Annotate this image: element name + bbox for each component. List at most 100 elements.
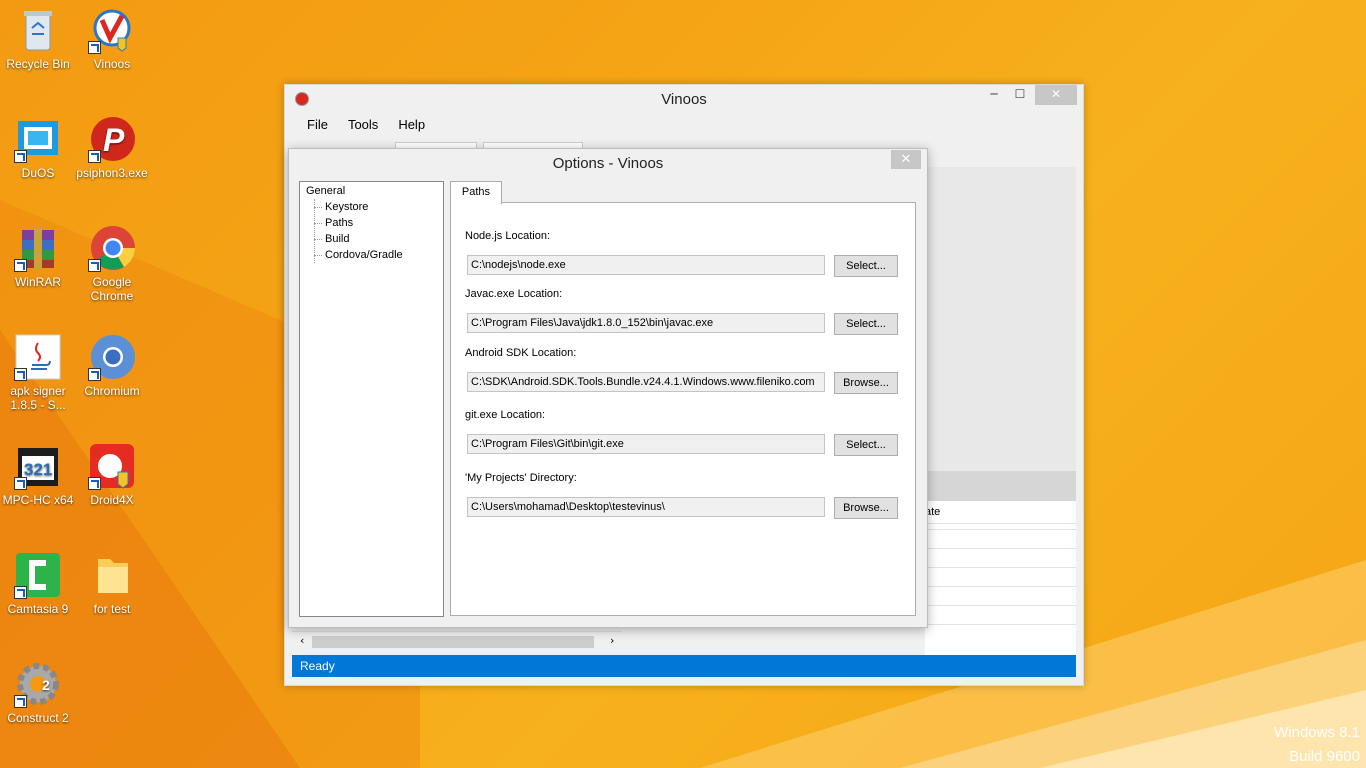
desktop-icon-label: Camtasia 9	[7, 602, 69, 616]
grid-column-header[interactable]: ate	[925, 501, 1076, 524]
android-sdk-browse-button[interactable]: Browse...	[834, 372, 898, 394]
recycle-bin-icon	[14, 6, 62, 54]
minimize-button[interactable]: ─	[981, 85, 1007, 105]
javac-location-label: Javac.exe Location:	[465, 288, 563, 300]
desktop-icon-for-test[interactable]: for test	[75, 547, 149, 616]
grid-row	[925, 548, 1076, 549]
my-projects-browse-button[interactable]: Browse...	[834, 497, 898, 519]
desktop-icon-label: DuOS	[21, 166, 55, 180]
tree-item-keystore[interactable]: Keystore	[325, 201, 368, 213]
java-icon	[14, 333, 62, 381]
tree-connector	[314, 199, 316, 263]
camtasia-icon	[14, 551, 62, 599]
tree-item-build[interactable]: Build	[325, 233, 349, 245]
android-sdk-location-field[interactable]: C:\SDK\Android.SDK.Tools.Bundle.v24.4.1.…	[467, 372, 825, 392]
menu-file[interactable]: File	[307, 117, 328, 132]
status-bar: Ready	[292, 655, 1076, 677]
shortcut-arrow-icon	[14, 477, 27, 490]
desktop-icon-label: psiphon3.exe	[76, 166, 148, 180]
vinoos-icon	[88, 6, 136, 54]
tree-item-cordova-gradle[interactable]: Cordova/Gradle	[325, 249, 403, 261]
my-projects-directory-field[interactable]: C:\Users\mohamad\Desktop\testevinus\	[467, 497, 825, 517]
close-button[interactable]: ✕	[1035, 85, 1077, 105]
git-location-field[interactable]: C:\Program Files\Git\bin\git.exe	[467, 434, 825, 454]
horizontal-scrollbar[interactable]: ‹ ›	[292, 631, 622, 654]
svg-text:321: 321	[24, 460, 52, 479]
window-titlebar[interactable]: Vinoos ─ ☐ ✕	[285, 85, 1083, 113]
desktop-icon-label: Google Chrome	[90, 275, 134, 303]
desktop-icon-mpc-hc[interactable]: 321 MPC-HC x64	[1, 438, 75, 507]
tree-connector	[314, 255, 322, 256]
desktop-icon-recycle-bin[interactable]: Recycle Bin	[1, 2, 75, 71]
shortcut-arrow-icon	[88, 259, 101, 272]
shortcut-arrow-icon	[14, 259, 27, 272]
svg-text:P: P	[103, 122, 125, 158]
javac-select-button[interactable]: Select...	[834, 313, 898, 335]
chromium-icon	[88, 333, 136, 381]
shortcut-arrow-icon	[14, 586, 27, 599]
desktop-icon-construct[interactable]: 2 Construct 2	[1, 656, 75, 725]
desktop-icon-label: WinRAR	[14, 275, 61, 289]
menu-help[interactable]: Help	[398, 117, 425, 132]
windows-watermark-version: Windows 8.1	[1274, 724, 1360, 741]
shortcut-arrow-icon	[88, 41, 101, 54]
svg-text:2: 2	[42, 677, 50, 693]
desktop-icon-label: Droid4X	[90, 493, 134, 507]
desktop-icon-psiphon[interactable]: P psiphon3.exe	[75, 111, 149, 180]
desktop-icon-camtasia[interactable]: Camtasia 9	[1, 547, 75, 616]
desktop-icon-label: Construct 2	[7, 711, 69, 725]
scroll-right-icon[interactable]: ›	[610, 634, 614, 647]
desktop-icon-chromium[interactable]: Chromium	[75, 329, 149, 398]
desktop-icon-label: MPC-HC x64	[2, 493, 74, 507]
desktop-icon-duos[interactable]: DuOS	[1, 111, 75, 180]
window-title: Vinoos	[661, 91, 707, 108]
nodejs-select-button[interactable]: Select...	[834, 255, 898, 277]
shortcut-arrow-icon	[14, 695, 27, 708]
windows-watermark-build: Build 9600	[1289, 748, 1360, 765]
menu-tools[interactable]: Tools	[348, 117, 378, 132]
options-dialog: Options - Vinoos ✕ General Keystore Path…	[288, 148, 928, 628]
desktop-icon-label: Recycle Bin	[6, 57, 70, 71]
folder-icon	[88, 551, 136, 599]
duos-icon	[14, 115, 62, 163]
psiphon-icon: P	[88, 115, 136, 163]
git-select-button[interactable]: Select...	[834, 434, 898, 456]
winrar-icon	[14, 224, 62, 272]
desktop-icon-chrome[interactable]: Google Chrome	[75, 220, 149, 303]
desktop-icon-droid4x[interactable]: Droid4X	[75, 438, 149, 507]
desktop-icon-label: for test	[93, 602, 131, 616]
grid-row	[925, 529, 1076, 530]
desktop-icon-apk-signer[interactable]: apk signer 1.8.5 - S...	[1, 329, 75, 412]
git-location-label: git.exe Location:	[465, 409, 546, 421]
content-area	[925, 167, 1076, 471]
nodejs-location-field[interactable]: C:\nodejs\node.exe	[467, 255, 825, 275]
grid-row	[925, 586, 1076, 587]
scrollbar-thumb[interactable]	[312, 636, 594, 648]
desktop-icon-winrar[interactable]: WinRAR	[1, 220, 75, 289]
options-category-tree: General Keystore Paths Build Cordova/Gra…	[299, 181, 444, 617]
desktop-icon-label: Vinoos	[93, 57, 131, 71]
shortcut-arrow-icon	[88, 150, 101, 163]
shortcut-arrow-icon	[14, 368, 27, 381]
dialog-title: Options - Vinoos	[552, 155, 664, 172]
desktop-icon-label: apk signer 1.8.5 - S...	[10, 384, 66, 412]
nodejs-location-label: Node.js Location:	[465, 230, 550, 242]
dialog-close-button[interactable]: ✕	[891, 150, 921, 169]
maximize-button[interactable]: ☐	[1007, 85, 1033, 105]
tree-item-general[interactable]: General	[306, 185, 345, 197]
tree-item-paths[interactable]: Paths	[325, 217, 353, 229]
grid-row	[925, 567, 1076, 568]
shortcut-arrow-icon	[14, 150, 27, 163]
chrome-icon	[88, 224, 136, 272]
desktop-icon-vinoos[interactable]: Vinoos	[75, 2, 149, 71]
grid-row	[925, 624, 1076, 625]
tab-paths[interactable]: Paths	[450, 181, 502, 204]
android-sdk-location-label: Android SDK Location:	[465, 347, 577, 359]
shortcut-arrow-icon	[88, 477, 101, 490]
tree-connector	[314, 223, 322, 224]
construct-icon: 2	[14, 660, 62, 708]
scroll-left-icon[interactable]: ‹	[300, 634, 304, 647]
my-projects-directory-label: 'My Projects' Directory:	[465, 472, 577, 484]
shortcut-arrow-icon	[88, 368, 101, 381]
javac-location-field[interactable]: C:\Program Files\Java\jdk1.8.0_152\bin\j…	[467, 313, 825, 333]
